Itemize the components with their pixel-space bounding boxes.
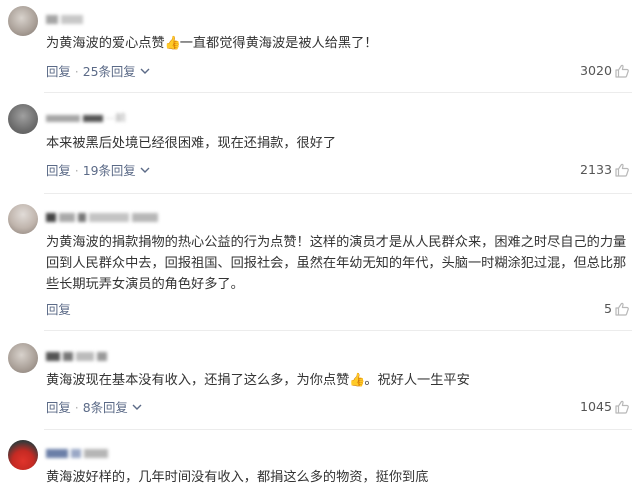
thumb-up-outline-icon[interactable] bbox=[614, 63, 630, 79]
like-button[interactable]: 2133 bbox=[580, 161, 630, 179]
comment-item: 黄海波现在基本没有收入，还捐了这么多，为你点赞👍。祝好人一生平安 回复 · 8条回复… bbox=[0, 331, 640, 429]
like-count: 3020 bbox=[579, 63, 612, 78]
comment-item: 为黄海波的捐款捐物的热心公益的行为点赞！这样的演员才是从人民群众来，困难之时尽自… bbox=[0, 194, 640, 330]
thumb-up-outline-icon[interactable] bbox=[614, 162, 630, 178]
separator-dot: · bbox=[74, 63, 79, 79]
avatar[interactable] bbox=[8, 6, 38, 36]
comment-text: 为黄海波的爱心点赞👍一直都觉得黄海波是被人给黑了！ bbox=[46, 33, 631, 54]
username-blurred[interactable] bbox=[46, 210, 161, 222]
username-blurred[interactable] bbox=[46, 349, 110, 361]
reply-button[interactable]: 回复 bbox=[46, 302, 71, 317]
reply-count-link[interactable]: 8条回复 bbox=[83, 400, 128, 415]
comment-item: ··前 本来被黑后处境已经很困难，现在还捐款，很好了 回复 · 19条回复 2133 bbox=[0, 93, 640, 193]
separator-dot: · bbox=[74, 399, 79, 415]
reply-count-link[interactable]: 25条回复 bbox=[83, 64, 136, 79]
like-button[interactable]: 1045 bbox=[580, 398, 630, 416]
reply-button[interactable]: 回复 bbox=[46, 163, 71, 178]
reply-count-link[interactable]: 19条回复 bbox=[83, 163, 136, 178]
reply-button[interactable]: 回复 bbox=[46, 64, 71, 79]
avatar[interactable] bbox=[8, 343, 38, 373]
thumb-up-outline-icon[interactable] bbox=[614, 399, 630, 415]
separator-dot: · bbox=[74, 162, 79, 178]
comment-text: 黄海波现在基本没有收入，还捐了这么多，为你点赞👍。祝好人一生平安 bbox=[46, 370, 631, 391]
chevron-down-icon[interactable] bbox=[138, 163, 152, 177]
comment-text: 本来被黑后处境已经很困难，现在还捐款，很好了 bbox=[46, 136, 337, 151]
username-blurred[interactable] bbox=[46, 12, 86, 24]
thumbs-up-emoji: 👍 bbox=[349, 373, 366, 388]
like-button[interactable]: 5 bbox=[604, 300, 630, 318]
avatar[interactable] bbox=[8, 440, 38, 470]
username-blurred[interactable]: ··前 bbox=[46, 110, 127, 122]
comment-actions: 回复 · 25条回复 bbox=[46, 62, 152, 80]
avatar[interactable] bbox=[8, 204, 38, 234]
comment-actions: 回复 bbox=[46, 300, 71, 318]
thumbs-up-emoji: 👍 bbox=[164, 36, 181, 51]
comment-text: 为黄海波的捐款捐物的热心公益的行为点赞！这样的演员才是从人民群众来，困难之时尽自… bbox=[46, 235, 627, 292]
like-button[interactable]: 3020 bbox=[580, 62, 630, 80]
comment-item: 为黄海波的爱心点赞👍一直都觉得黄海波是被人给黑了！ 回复 · 25条回复 3020 bbox=[0, 0, 640, 92]
avatar[interactable] bbox=[8, 104, 38, 134]
like-count: 5 bbox=[603, 301, 612, 316]
chevron-down-icon[interactable] bbox=[130, 400, 144, 414]
reply-button[interactable]: 回复 bbox=[46, 400, 71, 415]
comment-actions: 回复 · 8条回复 bbox=[46, 398, 144, 416]
chevron-down-icon[interactable] bbox=[138, 64, 152, 78]
username-blurred[interactable] bbox=[46, 446, 111, 458]
like-count: 2133 bbox=[579, 162, 612, 177]
like-count: 1045 bbox=[579, 399, 612, 414]
comment-item: 黄海波好样的，几年时间没有收入，都捐这么多的物资，挺你到底 bbox=[0, 430, 640, 485]
thumb-up-outline-icon[interactable] bbox=[614, 301, 630, 317]
comment-actions: 回复 · 19条回复 bbox=[46, 161, 152, 179]
